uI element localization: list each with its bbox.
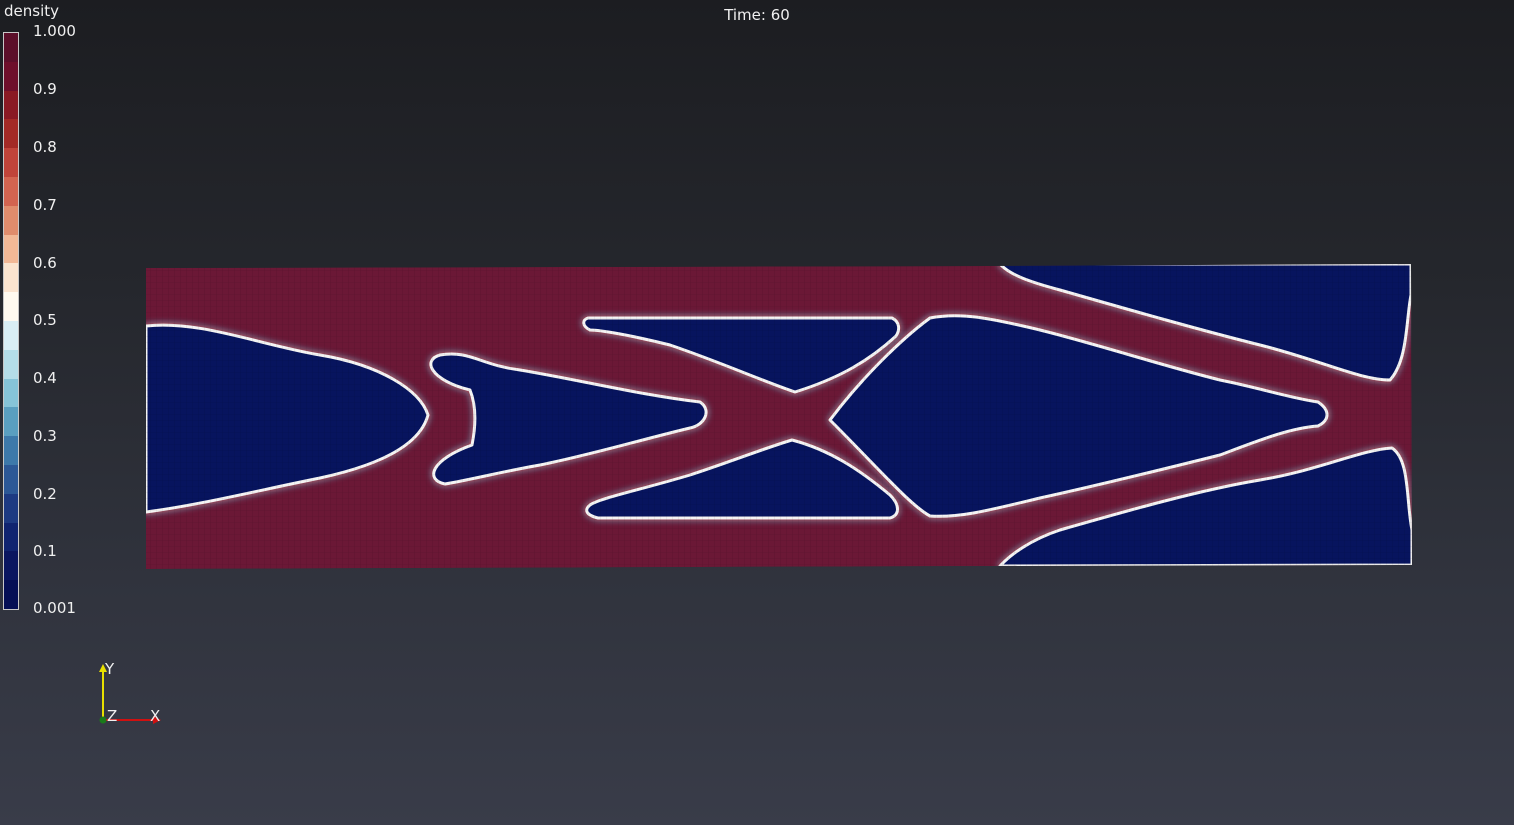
y-axis-label: Y: [105, 660, 115, 678]
orientation-axes: Y Z X: [90, 655, 180, 735]
density-field-mesh[interactable]: [0, 0, 1514, 825]
mesh-grid-overlay: [146, 264, 1412, 569]
axes-triad: [99, 664, 161, 724]
x-axis-label: X: [150, 707, 161, 725]
z-axis-label: Z: [107, 707, 118, 725]
render-viewport[interactable]: Time: 60 density 1.000 0.9 0.8 0.7 0.6 0…: [0, 0, 1514, 825]
z-axis-dot: [99, 716, 107, 724]
